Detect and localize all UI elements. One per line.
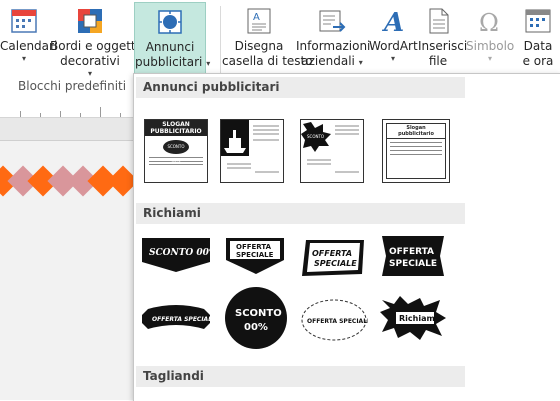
wordart-label: WordArt — [369, 39, 418, 53]
annunci-label-2: pubblicitari ▾ — [135, 55, 211, 69]
inserisci-button[interactable]: Inserisci file — [418, 2, 468, 74]
wordart-button[interactable]: A WordArt ▾ — [369, 2, 418, 74]
svg-text:A: A — [253, 12, 260, 23]
chevron-down-icon: ▾ — [487, 54, 492, 63]
section-header-richiami: Richiami — [136, 203, 465, 224]
svg-text:SPECIALE: SPECIALE — [314, 259, 357, 268]
svg-text:SCONTO 00%: SCONTO 00% — [149, 248, 212, 258]
ads-gallery-panel: Annunci pubblicitari SLOGAN PUBBLICITARI… — [133, 73, 560, 401]
svg-text:OFFERTA: OFFERTA — [389, 247, 434, 257]
bordi-button[interactable]: Bordi e oggetti decorativi ▾ — [50, 2, 139, 78]
svg-text:A: A — [381, 8, 404, 36]
date-time-icon — [523, 6, 553, 36]
ad-thumbnail-grid[interactable]: Slogan pubblicitario — [382, 119, 450, 183]
disegna-label-2: casella di testo — [222, 54, 313, 68]
svg-text:Richiamo: Richiamo — [399, 314, 441, 323]
omega-icon: Ω — [475, 6, 505, 37]
inserisci-label-1: Inserisci — [418, 39, 468, 53]
callout-offerta-box[interactable]: OFFERTA SPECIALE — [380, 234, 446, 281]
bordi-label-2: decorativi — [60, 54, 120, 68]
ad-thumbnail-slogan[interactable]: SLOGAN PUBBLICITARIO SCONTO 50% — [144, 119, 208, 183]
chevron-down-icon: ▾ — [87, 69, 92, 78]
text-box-icon: A — [244, 6, 274, 36]
business-info-icon — [317, 6, 347, 36]
annunci-label-1: Annunci — [145, 40, 195, 54]
bordi-label-1: Bordi e oggetti — [50, 39, 139, 53]
data-ora-label-2: e ora — [522, 54, 554, 68]
ad-thumbnail-sconto[interactable]: SCONTO — [300, 119, 364, 183]
informazioni-button[interactable]: Informazioni aziendali ▾ — [296, 2, 371, 74]
annunci-button[interactable]: Annunci pubblicitari ▾ — [134, 2, 211, 75]
svg-text:SCONTO: SCONTO — [307, 134, 324, 139]
callout-offerta-arrow[interactable]: OFFERTA SPECIALE — [222, 236, 288, 279]
informazioni-label-1: Informazioni — [296, 39, 371, 53]
section-header-annunci: Annunci pubblicitari — [136, 77, 465, 98]
chevron-down-icon: ▾ — [390, 54, 395, 63]
informazioni-label-2: aziendali ▾ — [301, 54, 363, 68]
svg-text:SCONTO: SCONTO — [235, 308, 282, 319]
simbolo-button[interactable]: Ω Simbolo ▾ — [466, 2, 514, 74]
svg-text:SPECIALE: SPECIALE — [236, 251, 274, 259]
insert-file-icon — [423, 6, 453, 36]
callout-sconto-circle[interactable]: SCONTO 00% — [224, 286, 288, 353]
chevron-down-icon: ▾ — [21, 54, 26, 63]
calendari-label: Calendari — [0, 39, 58, 53]
svg-text:OFFERTA: OFFERTA — [236, 243, 272, 251]
calendar-icon — [9, 6, 39, 36]
data-ora-button[interactable]: Data e ora — [518, 2, 558, 74]
wordart-icon: A — [378, 6, 408, 38]
callout-richiamo-burst[interactable]: Richiamo — [380, 294, 448, 345]
simbolo-label: Simbolo — [466, 39, 515, 53]
callout-offerta-seal[interactable]: OFFERTA SPECIALE — [300, 296, 371, 347]
svg-text:OFFERTA SPECIALE: OFFERTA SPECIALE — [307, 318, 368, 325]
svg-text:OFFERTA: OFFERTA — [312, 249, 352, 258]
group-label: Blocchi predefiniti — [18, 79, 127, 93]
callout-sconto-arrow[interactable]: SCONTO 00% — [140, 234, 218, 277]
section-header-tagliandi: Tagliandi — [136, 366, 465, 387]
borders-icon — [75, 6, 105, 36]
ad-icon — [155, 7, 185, 37]
calendari-button[interactable]: Calendari ▾ — [0, 2, 58, 74]
disegna-label-1: Disegna — [234, 39, 284, 53]
callout-offerta-banner[interactable]: OFFERTA SPECIALE — [300, 238, 368, 281]
disegna-button[interactable]: A Disegna casella di testo — [222, 2, 313, 74]
ad-thumbnail-cruise[interactable] — [220, 119, 284, 183]
svg-text:Ω: Ω — [479, 9, 499, 36]
svg-text:OFFERTA SPECIALE: OFFERTA SPECIALE — [152, 316, 212, 323]
callout-offerta-ribbon[interactable]: OFFERTA SPECIALE — [140, 299, 217, 342]
inserisci-label-2: file — [428, 54, 448, 68]
svg-text:SPECIALE: SPECIALE — [389, 259, 437, 269]
svg-text:00%: 00% — [244, 322, 268, 333]
data-ora-label-1: Data — [523, 39, 553, 53]
